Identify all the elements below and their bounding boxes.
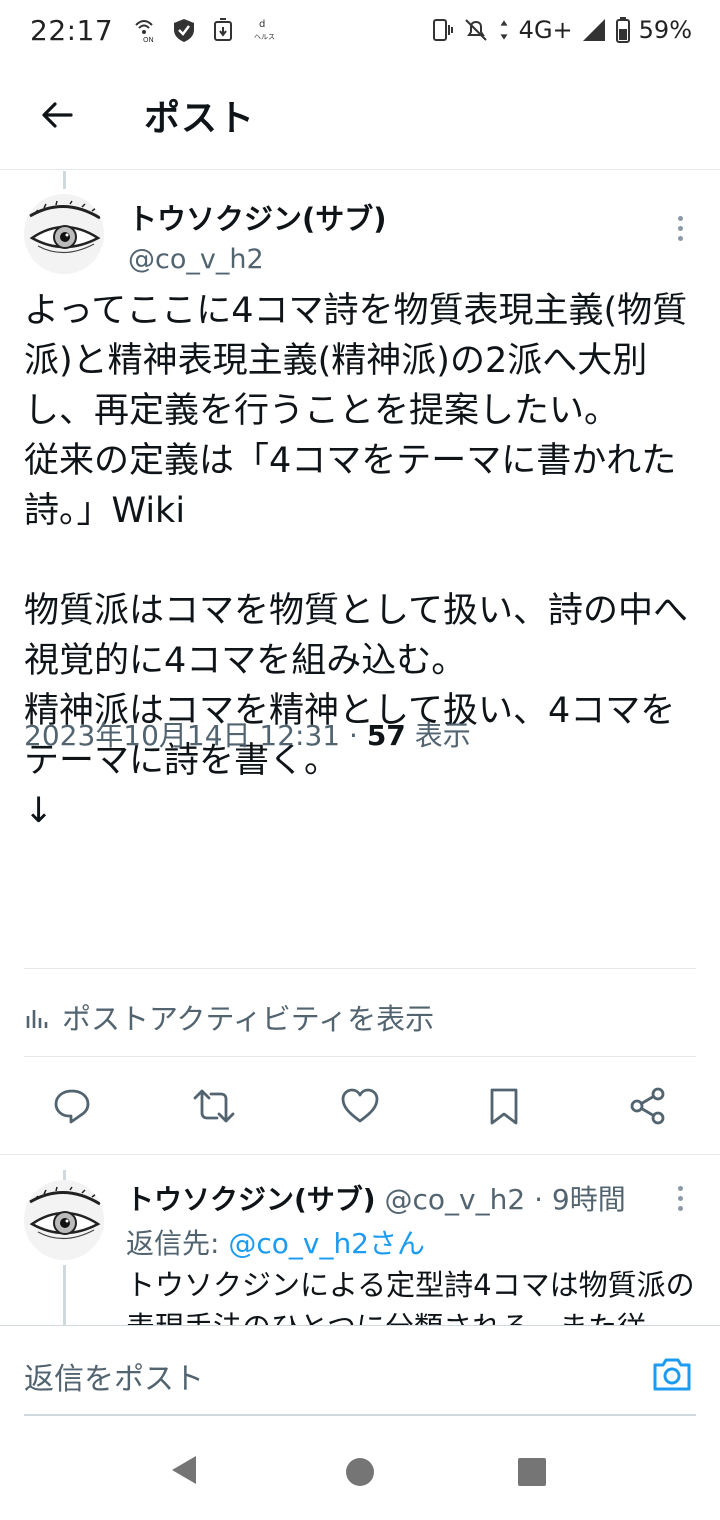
status-time: 22:17 — [30, 13, 114, 47]
post-paragraph: よってここに4コマ詩を物質表現主義(物質派)と精神表現主義(精神派)の2派へ大別… — [24, 291, 688, 431]
meta-separator: · — [349, 719, 358, 752]
network-type: 4G+ — [518, 16, 573, 44]
replying-to-link[interactable]: @co_v_h2さん — [228, 1227, 425, 1260]
post-paragraph: 従来の定義は「4コマをテーマに書かれた詩。」Wiki — [24, 441, 677, 531]
thread-line — [63, 171, 66, 189]
divider — [0, 1154, 720, 1155]
post-activity-link[interactable]: ポストアクティビティを表示 — [24, 996, 434, 1038]
post-timestamp[interactable]: 2023年10月14日 12:31 — [24, 719, 340, 752]
battery-level: 59% — [638, 16, 692, 44]
data-saver-icon — [214, 18, 233, 41]
eye-avatar-icon — [24, 1180, 104, 1260]
views-count: 57 — [366, 719, 406, 752]
display-name: トウソクジン(サブ) — [126, 1183, 376, 1216]
bar-chart-icon — [26, 1010, 48, 1028]
reply-input[interactable]: 返信をポスト — [24, 1354, 204, 1398]
reply-button[interactable] — [48, 1082, 96, 1130]
divider — [24, 968, 696, 969]
replying-to: 返信先: @co_v_h2さん — [126, 1222, 425, 1262]
nav-back-button[interactable] — [168, 1452, 200, 1492]
vibrate-icon — [432, 19, 453, 41]
more-options-button[interactable] — [668, 1180, 692, 1216]
display-name: トウソクジン(サブ) — [128, 202, 387, 236]
thread-line — [63, 1265, 66, 1325]
user-handle: @co_v_h2 — [128, 244, 264, 275]
nav-recents-button[interactable] — [516, 1456, 548, 1492]
battery-icon — [615, 17, 630, 43]
shield-check-icon — [174, 19, 195, 42]
bookmark-icon — [490, 1088, 518, 1125]
avatar[interactable] — [24, 194, 104, 274]
repost-button[interactable] — [190, 1082, 238, 1130]
mute-icon — [464, 19, 487, 41]
nfc-on-icon: ON — [135, 20, 154, 43]
post-meta: 2023年10月14日 12:31 · 57 表示 — [24, 714, 471, 754]
status-bar: 22:17 ON d ヘルス 4G+ 59% — [0, 0, 720, 60]
square-recents-icon — [518, 1458, 546, 1486]
divider — [24, 1056, 696, 1057]
handle-time: @co_v_h2 · 9時間 — [384, 1183, 626, 1216]
action-bar — [0, 1066, 720, 1146]
circle-home-icon — [346, 1458, 374, 1486]
reply-icon — [54, 1089, 90, 1124]
signal-icon — [582, 19, 605, 41]
reply-post[interactable]: トウソクジン(サブ) @co_v_h2 · 9時間 返信先: @co_v_h2さ… — [0, 1170, 720, 1325]
more-options-button[interactable] — [668, 208, 692, 248]
reply-composer: 返信をポスト — [0, 1325, 720, 1416]
data-arrows-icon — [500, 20, 508, 40]
repost-icon — [193, 1089, 235, 1123]
avatar[interactable] — [24, 1180, 104, 1260]
post-paragraph: ↓ — [24, 791, 54, 831]
system-navigation-bar — [0, 1420, 720, 1520]
author-info[interactable]: トウソクジン(サブ) @co_v_h2 — [128, 196, 387, 275]
svg-text:d: d — [259, 19, 265, 30]
like-button[interactable] — [336, 1082, 384, 1130]
top-app-bar: ポスト — [0, 60, 720, 170]
eye-avatar-icon — [24, 194, 104, 274]
triangle-back-icon — [172, 1456, 196, 1484]
camera-icon — [653, 1358, 691, 1391]
docomo-health-icon: d ヘルス — [254, 19, 275, 41]
views-label: 表示 — [414, 719, 471, 752]
svg-text:ヘルス: ヘルス — [254, 33, 275, 41]
reply-text: トウソクジンによる定型詩4コマは物質派の表現手法のひとつに分類される。また従 — [126, 1268, 695, 1325]
svg-text:ON: ON — [143, 36, 154, 43]
page-title: ポスト — [144, 97, 256, 139]
share-icon — [630, 1087, 665, 1125]
arrow-left-icon — [42, 101, 73, 128]
heart-icon — [341, 1088, 379, 1123]
bookmark-button[interactable] — [480, 1082, 528, 1130]
camera-button[interactable] — [650, 1352, 694, 1396]
nav-home-button[interactable] — [344, 1456, 376, 1492]
back-button[interactable] — [22, 80, 92, 150]
share-button[interactable] — [624, 1082, 672, 1130]
replying-to-prefix: 返信先: — [126, 1227, 229, 1260]
reply-header: トウソクジン(サブ) @co_v_h2 · 9時間 — [126, 1178, 626, 1218]
input-underline — [24, 1414, 696, 1416]
post-activity-label: ポストアクティビティを表示 — [62, 1002, 435, 1036]
post-paragraph: 物質派はコマを物質として扱い、詩の中へ視覚的に4コマを組み込む。 — [24, 591, 688, 681]
